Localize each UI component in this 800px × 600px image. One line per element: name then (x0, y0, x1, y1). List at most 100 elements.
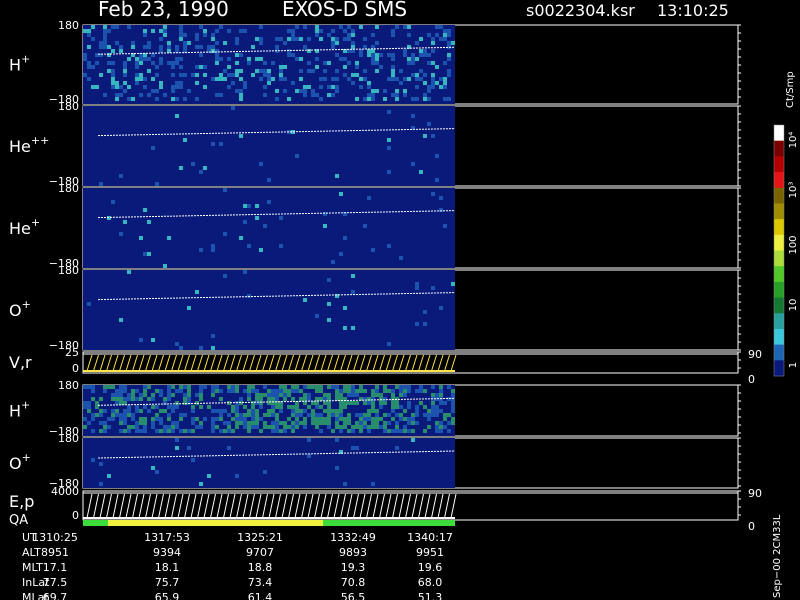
spectrogram-cell (435, 65, 439, 69)
spectrogram-cell (199, 393, 203, 397)
spectrogram-cell (263, 93, 267, 97)
spectrogram-cell (307, 385, 311, 389)
spectrogram-cell (227, 57, 231, 61)
spectrogram-cell (171, 385, 175, 389)
spectrogram-cell (431, 192, 435, 196)
spectrogram-cell (363, 45, 367, 49)
spectrogram-cell (427, 413, 431, 417)
spectrogram-cell (187, 389, 191, 393)
spectrogram-cell (127, 429, 131, 433)
spectrogram-cell (359, 389, 363, 393)
spectrogram-cell (95, 53, 99, 57)
spectrogram-cell (203, 166, 207, 170)
spectrogram-cell (115, 397, 119, 401)
spectrogram-cell (91, 429, 95, 433)
spectrogram-cell (339, 252, 343, 256)
spectrogram-cell (327, 85, 331, 89)
spectrogram-cell (391, 57, 395, 61)
spectrogram-cell (355, 61, 359, 65)
spectrogram-cell (299, 389, 303, 393)
spectrogram-cell (251, 45, 255, 49)
spectrogram-cell (315, 29, 319, 33)
spectrogram-cell (211, 77, 215, 81)
spectrogram-cell (151, 397, 155, 401)
spectrogram-cell (139, 77, 143, 81)
right-axis-min: 0 (748, 520, 755, 533)
spectrogram-cell (399, 413, 403, 417)
spectrogram-cell (143, 405, 147, 409)
spectrogram-cell (219, 417, 223, 421)
spectrogram-cell (327, 318, 331, 322)
spectrogram-cell (143, 33, 147, 37)
spectrogram-cell (327, 417, 331, 421)
spectrogram-cell (199, 405, 203, 409)
spectrogram-cell (111, 393, 115, 397)
spectrogram-cell (351, 326, 355, 330)
spectrogram-cell (207, 45, 211, 49)
spectrogram-cell (159, 29, 163, 33)
species-charge: + (21, 53, 30, 66)
spectrogram-cell (355, 393, 359, 397)
spectrogram-cell (411, 417, 415, 421)
spectrogram-cell (179, 389, 183, 393)
spectrogram-cell (107, 425, 111, 429)
spectrogram-cell (331, 385, 335, 389)
spectrogram-cell (395, 401, 399, 405)
spectrogram-cell (267, 397, 271, 401)
spectrogram-cell (327, 93, 331, 97)
spectrogram-cell (255, 413, 259, 417)
spectrogram-cell (211, 248, 215, 252)
footer-value: 1332:49 (330, 531, 376, 544)
colorbar-segment (774, 313, 784, 330)
spectrogram-cell (259, 401, 263, 405)
spectrogram-cell (107, 216, 111, 220)
spectrogram-cell (223, 421, 227, 425)
spectrogram-cell (339, 192, 343, 196)
spectrogram-cell (275, 89, 279, 93)
spectrogram-cell (227, 65, 231, 69)
spectrogram-cell (83, 53, 87, 57)
spectrogram-cell (287, 37, 291, 41)
spectrogram-cell (443, 224, 447, 228)
spectrogram-cell (439, 425, 443, 429)
spectrogram-cell (315, 93, 319, 97)
spectrogram-cell (203, 385, 207, 389)
spectrogram-cell (307, 393, 311, 397)
spectrogram-cell (223, 69, 227, 73)
spectrogram-cell (311, 421, 315, 425)
spectrogram-cell (175, 61, 179, 65)
panel-o-ion: 180−180O+ (9, 432, 741, 490)
spectrogram-cell (135, 421, 139, 425)
spectrogram-cell (179, 429, 183, 433)
spectrogram-cell (247, 385, 251, 389)
spectrogram-cell (255, 397, 259, 401)
spectrogram-cell (407, 405, 411, 409)
spectrogram-cell (399, 405, 403, 409)
spectrogram-cell (119, 85, 123, 89)
spectrogram-cell (371, 93, 375, 97)
colorbar-segment (774, 140, 784, 157)
spectrogram-cell (159, 409, 163, 413)
spectrogram-cell (123, 421, 127, 425)
species-charge: + (21, 399, 30, 412)
spectrogram-cell (235, 413, 239, 417)
spectrogram-cell (139, 93, 143, 97)
spectrogram-cell (231, 106, 235, 110)
spectrogram-cell (107, 417, 111, 421)
spectrogram-cell (439, 429, 443, 433)
plot-file: s0022304.ksr (526, 1, 635, 20)
spectrogram-cell (167, 393, 171, 397)
spectrogram-cell (119, 421, 123, 425)
spectrogram-cell (115, 41, 119, 45)
spectrogram-cell (427, 417, 431, 421)
spectrogram-cell (339, 417, 343, 421)
spectrogram-cell (267, 425, 271, 429)
spectrogram-cell (251, 421, 255, 425)
spectrogram-cell (319, 405, 323, 409)
spectrogram-cell (351, 425, 355, 429)
spectrogram-cell (315, 397, 319, 401)
spectrogram-cell (119, 49, 123, 53)
spectrogram-cell (243, 204, 247, 208)
spectrogram-cell (275, 425, 279, 429)
spectrogram-cell (267, 69, 271, 73)
